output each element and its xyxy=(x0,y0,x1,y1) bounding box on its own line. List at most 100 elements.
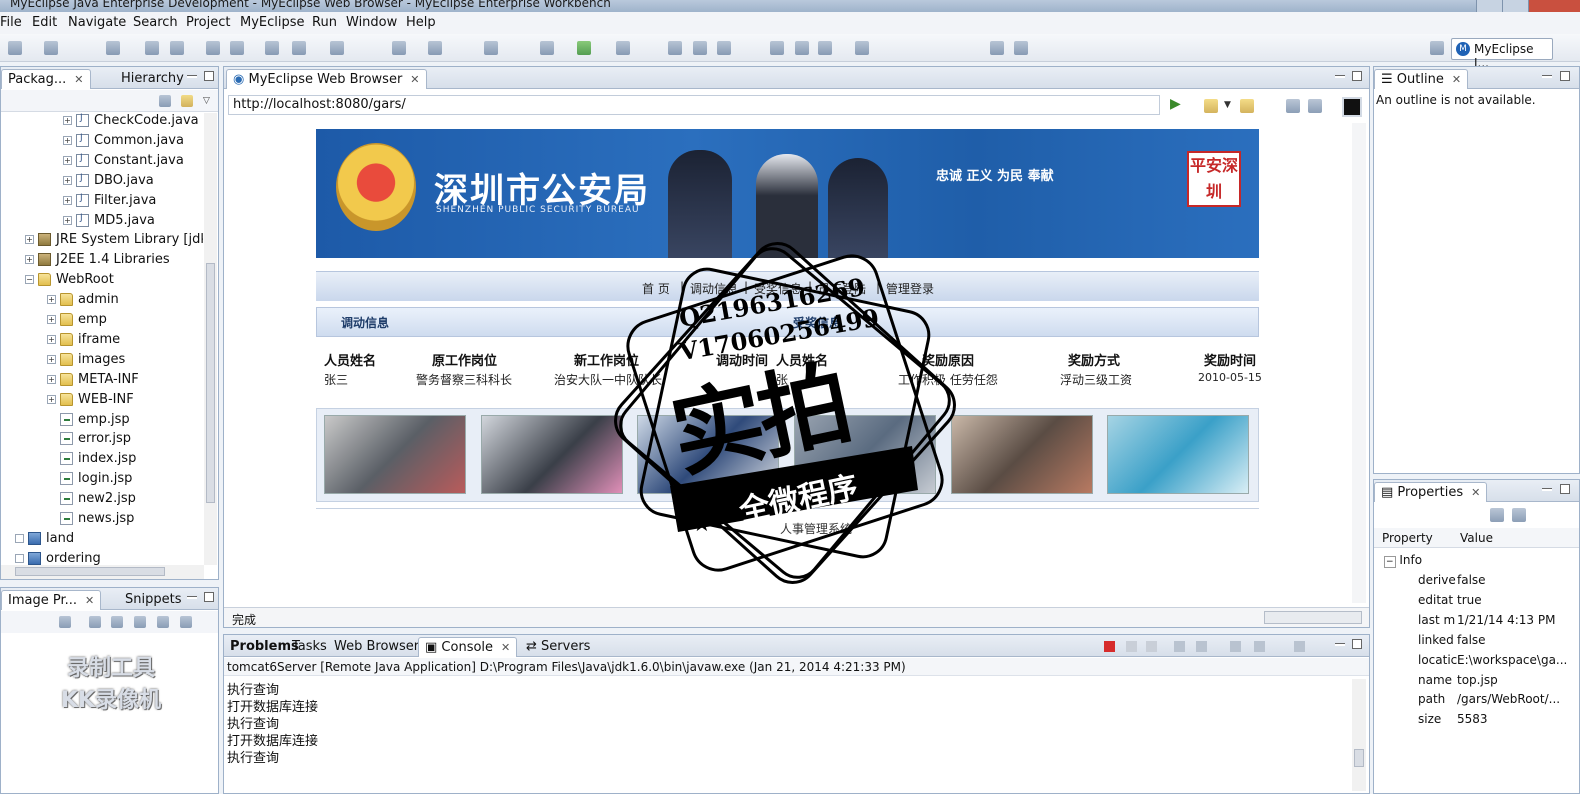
history-icon[interactable] xyxy=(717,41,731,55)
tree-item[interactable]: + DBO.java xyxy=(63,173,154,193)
menu-project[interactable]: Project xyxy=(186,15,230,30)
wizard-icon[interactable] xyxy=(206,41,220,55)
advanced-icon[interactable] xyxy=(1512,508,1526,522)
expand-toggle-icon[interactable]: + xyxy=(47,315,56,324)
tab-web-browser[interactable]: ◉ MyEclipse Web Browser ✕ xyxy=(226,69,427,89)
open-perspective-icon[interactable] xyxy=(1430,41,1444,55)
menu-edit[interactable]: Edit xyxy=(32,15,57,30)
property-value[interactable]: true xyxy=(1457,593,1482,607)
menu-search[interactable]: Search xyxy=(133,15,178,30)
tree-vertical-scrollbar[interactable] xyxy=(204,113,217,565)
fit-icon[interactable] xyxy=(89,616,101,628)
run-icon[interactable] xyxy=(577,41,591,55)
minimize-icon[interactable] xyxy=(1542,488,1552,491)
console-scroll-thumb[interactable] xyxy=(1354,749,1364,767)
favorites-icon[interactable] xyxy=(1204,99,1218,113)
menu-file[interactable]: File xyxy=(0,15,22,30)
clear-console-icon[interactable] xyxy=(1174,641,1185,652)
expand-toggle-icon[interactable] xyxy=(15,533,24,543)
save-icon[interactable] xyxy=(44,41,58,55)
tree-item[interactable]: new2.jsp xyxy=(47,491,136,511)
expand-toggle-icon[interactable]: + xyxy=(25,235,34,245)
maximize-icon[interactable] xyxy=(1560,71,1570,81)
expand-toggle-icon[interactable]: + xyxy=(47,354,56,364)
open-type-icon[interactable] xyxy=(693,41,707,55)
refresh-icon[interactable] xyxy=(292,41,306,55)
expand-toggle-icon[interactable]: + xyxy=(47,374,56,384)
close-icon[interactable]: ✕ xyxy=(501,641,510,654)
minimize-icon[interactable] xyxy=(1542,75,1552,78)
forward-icon[interactable] xyxy=(1014,41,1028,55)
page-icon[interactable] xyxy=(1286,99,1300,113)
tab-servers[interactable]: ⇄ Servers xyxy=(520,637,596,657)
tree-item[interactable]: news.jsp xyxy=(47,511,134,531)
zoom-in-icon[interactable] xyxy=(134,616,146,628)
tree-item[interactable]: + Constant.java xyxy=(63,153,184,173)
debug-icon[interactable] xyxy=(540,41,554,55)
property-value[interactable]: 5583 xyxy=(1457,712,1488,726)
tree-item[interactable]: + JRE System Library [jdk1 xyxy=(25,232,203,252)
build-icon[interactable] xyxy=(230,41,244,55)
package-icon[interactable] xyxy=(106,41,120,55)
property-value[interactable]: 1/21/14 4:13 PM xyxy=(1457,613,1555,627)
menu-help[interactable]: Help xyxy=(406,15,436,30)
expand-toggle-icon[interactable]: + xyxy=(63,175,72,185)
view-menu-icon[interactable]: ▽ xyxy=(203,96,210,106)
minimize-icon[interactable] xyxy=(1335,643,1345,646)
search-icon[interactable] xyxy=(668,41,682,55)
news-photo[interactable] xyxy=(951,415,1093,494)
open-console-icon[interactable] xyxy=(1294,641,1305,652)
new-class-icon[interactable] xyxy=(484,41,498,55)
expand-toggle-icon[interactable]: + xyxy=(47,295,56,305)
tree-item[interactable]: emp.jsp xyxy=(47,412,130,432)
maximize-icon[interactable] xyxy=(1560,484,1570,494)
perspective-button[interactable]: M MyEclipse J... xyxy=(1451,38,1553,70)
settings-icon[interactable] xyxy=(1308,99,1322,113)
browser-vertical-scrollbar[interactable] xyxy=(1352,123,1366,603)
back-icon[interactable] xyxy=(990,41,1004,55)
new-icon[interactable] xyxy=(8,41,22,55)
remove-launch-icon[interactable] xyxy=(1126,641,1137,652)
console-icon[interactable] xyxy=(428,41,442,55)
menu-run[interactable]: Run xyxy=(312,15,337,30)
collapse-all-icon[interactable] xyxy=(159,95,171,107)
tree-item[interactable]: land xyxy=(15,531,74,551)
tree-item[interactable]: + MD5.java xyxy=(63,213,155,233)
zoom-out-icon[interactable] xyxy=(111,616,123,628)
tree-item[interactable]: + CheckCode.java xyxy=(63,113,199,133)
display-console-icon[interactable] xyxy=(1254,641,1265,652)
news-photo[interactable] xyxy=(1107,415,1249,494)
expand-toggle-icon[interactable]: + xyxy=(63,135,72,145)
expand-toggle-icon[interactable] xyxy=(15,553,24,563)
tree-item[interactable]: + Filter.java xyxy=(63,193,156,213)
expand-toggle-icon[interactable]: + xyxy=(63,116,72,125)
sync-icon[interactable] xyxy=(59,616,71,628)
scrollbar-thumb[interactable] xyxy=(206,263,215,503)
stop-icon[interactable] xyxy=(1342,97,1362,117)
tree-item[interactable]: − WebRoot xyxy=(25,272,114,292)
favorites-dropdown-icon[interactable]: ▼ xyxy=(1224,100,1231,110)
maximize-icon[interactable] xyxy=(1352,639,1362,649)
tree-item[interactable]: + admin xyxy=(47,292,119,312)
categories-icon[interactable] xyxy=(1490,508,1504,522)
tab-properties[interactable]: ▤ Properties ✕ xyxy=(1374,482,1488,502)
expand-toggle-icon[interactable]: + xyxy=(63,195,72,205)
link-editor-icon[interactable] xyxy=(181,95,193,107)
tab-web-browser-bottom[interactable]: Web Browser xyxy=(328,637,425,657)
remove-all-icon[interactable] xyxy=(1146,641,1157,652)
minimize-icon[interactable] xyxy=(187,596,197,599)
pin-icon[interactable] xyxy=(795,41,809,55)
property-value[interactable]: E:\workspace\ga... xyxy=(1457,653,1567,667)
tab-hierarchy[interactable]: Hierarchy xyxy=(115,69,190,89)
property-value[interactable]: top.jsp xyxy=(1457,673,1498,687)
tree-item[interactable]: error.jsp xyxy=(47,431,131,451)
expand-toggle-icon[interactable]: − xyxy=(25,275,34,285)
tab-tasks[interactable]: Tasks xyxy=(286,637,333,657)
tree-item[interactable]: + iframe xyxy=(47,332,120,352)
tab-outline[interactable]: ☰ Outline ✕ xyxy=(1374,69,1469,89)
bookmark-icon[interactable] xyxy=(855,41,869,55)
tree-item[interactable]: + images xyxy=(47,352,125,372)
tab-package-explorer[interactable]: Packag... ✕ xyxy=(1,69,91,89)
back-icon[interactable] xyxy=(1240,99,1254,113)
close-icon[interactable]: ✕ xyxy=(85,594,94,607)
